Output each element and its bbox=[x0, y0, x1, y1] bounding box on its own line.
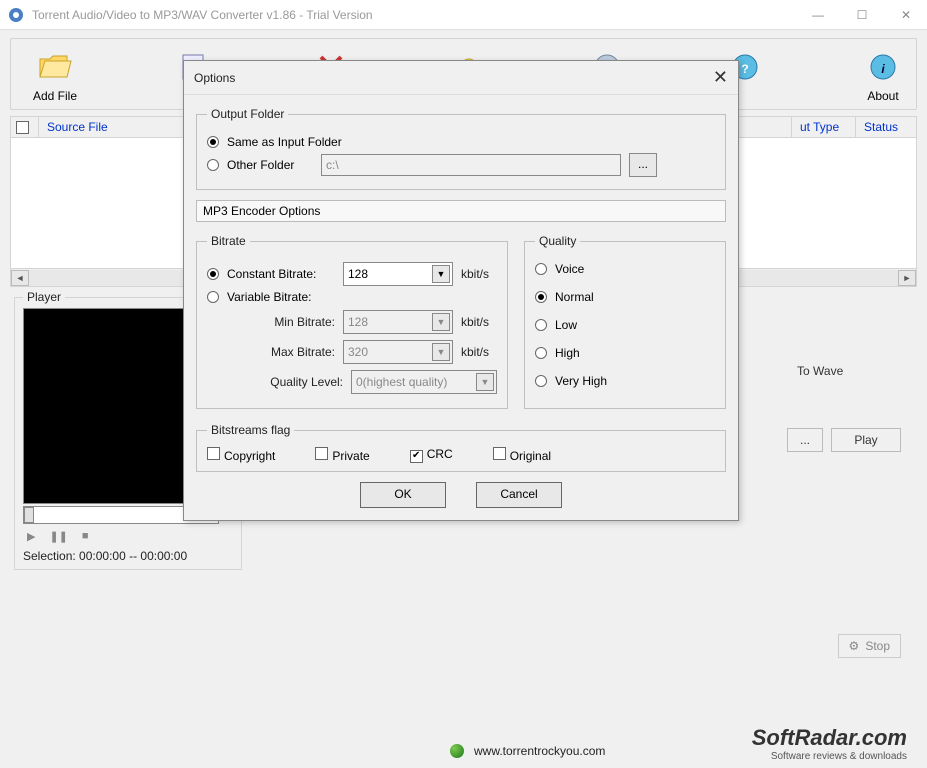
output-folder-legend: Output Folder bbox=[207, 107, 288, 121]
min-bitrate-label: Min Bitrate: bbox=[257, 315, 335, 329]
same-as-input-radio[interactable]: Same as Input Folder bbox=[207, 135, 715, 149]
bitrate-group: Bitrate Constant Bitrate: 128▼ kbit/s Va… bbox=[196, 234, 508, 409]
dialog-titlebar: Options ✕ bbox=[184, 61, 738, 95]
variable-bitrate-radio[interactable]: Variable Bitrate: bbox=[207, 290, 497, 304]
quality-legend: Quality bbox=[535, 234, 580, 248]
radio-icon bbox=[535, 263, 547, 275]
about-button[interactable]: i About bbox=[853, 49, 913, 103]
app-icon bbox=[8, 7, 24, 23]
checkbox-icon bbox=[315, 447, 328, 460]
about-label: About bbox=[867, 89, 898, 103]
mp3-encoder-label: MP3 Encoder Options bbox=[196, 200, 726, 222]
checkbox-icon bbox=[410, 450, 423, 463]
options-dialog: Options ✕ Output Folder Same as Input Fo… bbox=[183, 60, 739, 521]
dialog-close-button[interactable]: ✕ bbox=[713, 67, 728, 88]
ok-button[interactable]: OK bbox=[360, 482, 446, 508]
chevron-down-icon: ▼ bbox=[432, 265, 450, 283]
select-all-checkbox[interactable] bbox=[11, 117, 39, 137]
private-checkbox[interactable]: Private bbox=[315, 447, 369, 463]
bitstreams-legend: Bitstreams flag bbox=[207, 423, 294, 437]
pause-icon[interactable]: ❚❚ bbox=[49, 530, 67, 543]
constant-bitrate-radio[interactable]: Constant Bitrate: 128▼ kbit/s bbox=[207, 262, 497, 286]
cancel-button[interactable]: Cancel bbox=[476, 482, 562, 508]
watermark: SoftRadar.com Software reviews & downloa… bbox=[752, 725, 907, 762]
bitrate-legend: Bitrate bbox=[207, 234, 250, 248]
stop-gear-icon: ⚙ bbox=[849, 639, 860, 653]
chevron-down-icon: ▼ bbox=[432, 313, 450, 331]
scroll-left-icon[interactable]: ◄ bbox=[11, 270, 29, 286]
stop-button[interactable]: ⚙ Stop bbox=[838, 634, 901, 658]
original-checkbox[interactable]: Original bbox=[493, 447, 551, 463]
checkbox-icon bbox=[493, 447, 506, 460]
quality-voice-radio[interactable]: Voice bbox=[535, 262, 715, 276]
right-panel: To Wave ... Play bbox=[787, 360, 901, 452]
maximize-button[interactable]: ☐ bbox=[849, 5, 875, 25]
add-file-label: Add File bbox=[33, 89, 77, 103]
col-status[interactable]: Status bbox=[856, 117, 916, 137]
max-bitrate-label: Max Bitrate: bbox=[257, 345, 335, 359]
window-title: Torrent Audio/Video to MP3/WAV Converter… bbox=[32, 8, 805, 22]
scroll-right-icon[interactable]: ► bbox=[898, 270, 916, 286]
dialog-body: Output Folder Same as Input Folder Other… bbox=[184, 95, 738, 520]
constant-bitrate-combo[interactable]: 128▼ bbox=[343, 262, 453, 286]
radio-icon bbox=[207, 136, 219, 148]
globe-icon bbox=[450, 744, 464, 758]
play-button[interactable]: Play bbox=[831, 428, 901, 452]
quality-group: Quality Voice Normal Low High Very High bbox=[524, 234, 726, 409]
bitstreams-group: Bitstreams flag Copyright Private CRC Or… bbox=[196, 423, 726, 472]
player-controls: ▶ ❚❚ ■ bbox=[23, 530, 233, 543]
player-title: Player bbox=[23, 290, 65, 304]
browse-button[interactable]: ... bbox=[787, 428, 823, 452]
radio-icon bbox=[535, 291, 547, 303]
quality-level-label: Quality Level: bbox=[265, 375, 343, 389]
radio-icon bbox=[207, 159, 219, 171]
quality-level-combo[interactable]: 0(highest quality)▼ bbox=[351, 370, 497, 394]
other-folder-radio[interactable]: Other Folder ... bbox=[207, 153, 715, 177]
max-bitrate-combo[interactable]: 320▼ bbox=[343, 340, 453, 364]
quality-veryhigh-radio[interactable]: Very High bbox=[535, 374, 715, 388]
close-button[interactable]: ✕ bbox=[893, 5, 919, 25]
info-icon: i bbox=[865, 49, 901, 85]
crc-checkbox[interactable]: CRC bbox=[410, 447, 453, 463]
quality-high-radio[interactable]: High bbox=[535, 346, 715, 360]
copyright-checkbox[interactable]: Copyright bbox=[207, 447, 275, 463]
browse-folder-button[interactable]: ... bbox=[629, 153, 657, 177]
window-controls: — ☐ ✕ bbox=[805, 5, 919, 25]
svg-text:?: ? bbox=[741, 62, 748, 76]
add-file-button[interactable]: Add File bbox=[25, 49, 85, 103]
stop-icon[interactable]: ■ bbox=[82, 530, 89, 543]
radio-icon bbox=[535, 347, 547, 359]
selection-text: Selection: 00:00:00 -- 00:00:00 bbox=[23, 549, 233, 563]
minimize-button[interactable]: — bbox=[805, 5, 831, 25]
play-icon[interactable]: ▶ bbox=[27, 530, 35, 543]
min-bitrate-combo[interactable]: 128▼ bbox=[343, 310, 453, 334]
radio-icon bbox=[535, 319, 547, 331]
radio-icon bbox=[207, 268, 219, 280]
checkbox-icon bbox=[207, 447, 220, 460]
output-folder-group: Output Folder Same as Input Folder Other… bbox=[196, 107, 726, 190]
main-window: Torrent Audio/Video to MP3/WAV Converter… bbox=[0, 0, 927, 768]
dialog-title: Options bbox=[194, 71, 713, 85]
radio-icon bbox=[207, 291, 219, 303]
chevron-down-icon: ▼ bbox=[476, 373, 494, 391]
to-wave-label: To Wave bbox=[787, 360, 901, 382]
quality-normal-radio[interactable]: Normal bbox=[535, 290, 715, 304]
folder-icon bbox=[37, 49, 73, 85]
quality-low-radio[interactable]: Low bbox=[535, 318, 715, 332]
website-link[interactable]: www.torrentrockyou.com bbox=[474, 744, 605, 758]
chevron-down-icon: ▼ bbox=[432, 343, 450, 361]
col-out-type[interactable]: ut Type bbox=[792, 117, 856, 137]
other-folder-input[interactable] bbox=[321, 154, 621, 176]
titlebar: Torrent Audio/Video to MP3/WAV Converter… bbox=[0, 0, 927, 30]
radio-icon bbox=[535, 375, 547, 387]
